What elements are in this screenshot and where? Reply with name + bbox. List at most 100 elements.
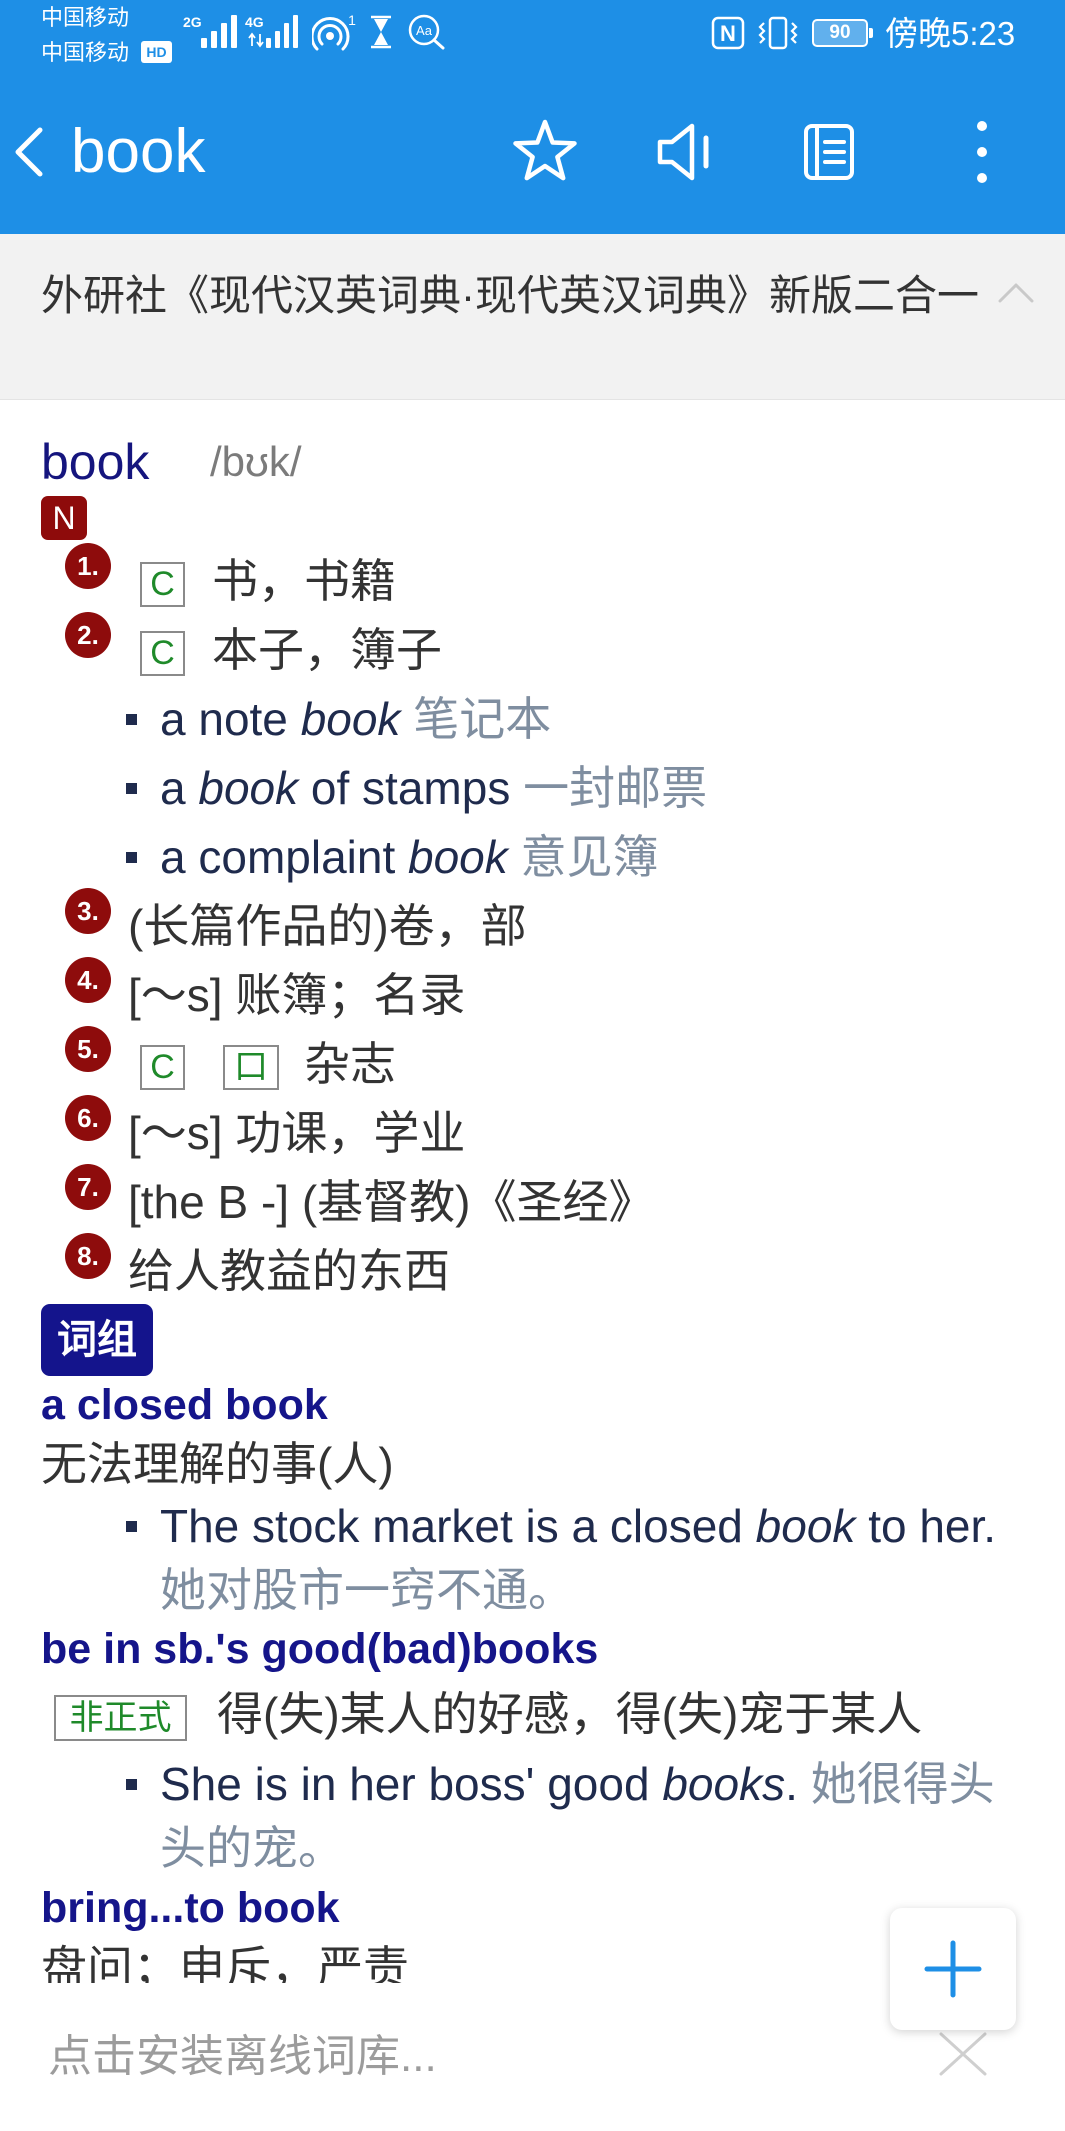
chevron-up-icon[interactable] bbox=[996, 281, 1036, 305]
hd-badge: HD bbox=[141, 41, 172, 63]
example-item: a note book 笔记本 bbox=[0, 685, 1065, 754]
part-of-speech-badge: N bbox=[41, 496, 87, 540]
grammar-tag: C bbox=[140, 562, 185, 607]
sense-item: 8. 给人教益的东西 bbox=[0, 1233, 1065, 1306]
vibrate-icon bbox=[758, 16, 798, 50]
sense-item: 1. C 书，书籍 bbox=[0, 543, 1065, 616]
data-transfer-icon bbox=[248, 32, 264, 48]
sense-item: 7. [the B -] (基督教)《圣经》 bbox=[0, 1164, 1065, 1237]
example-en-suffix: . bbox=[785, 1758, 798, 1810]
phrases-section-label: 词组 bbox=[41, 1304, 153, 1376]
sense-item: 3. (长篇作品的)卷，部 bbox=[0, 888, 1065, 961]
example-en-prefix: She is in her boss' good bbox=[160, 1758, 663, 1810]
bullet bbox=[126, 783, 137, 794]
example-item: a book of stamps 一封邮票 bbox=[0, 754, 1065, 823]
sense-item: 2. C 本子，簿子 bbox=[0, 612, 1065, 685]
dictionary-screen: 中国移动 中国移动 HD 2G 4G 1 Aa N 90 傍晚5:23 book… bbox=[0, 0, 1065, 2131]
network-type-1: 2G bbox=[183, 14, 202, 30]
sense-definition: 给人教益的东西 bbox=[128, 1245, 450, 1297]
phrase-heading: be in sb.'s good(bad)books bbox=[41, 1625, 599, 1673]
signal-bars-icon bbox=[201, 14, 238, 48]
carrier-label-1: 中国移动 bbox=[41, 5, 130, 30]
carrier-label-2: 中国移动 bbox=[41, 40, 130, 65]
example-en-prefix: a complaint bbox=[160, 831, 409, 883]
battery-icon: 90 bbox=[812, 19, 868, 47]
install-offline-dictionary-link[interactable]: 点击安装离线词库... bbox=[48, 2030, 437, 2084]
example-translation: 笔记本 bbox=[413, 693, 552, 745]
hotspot-icon: 1 bbox=[312, 12, 356, 51]
add-button[interactable] bbox=[890, 1908, 1016, 2030]
nfc-icon: N bbox=[711, 16, 745, 50]
sense-number: 3. bbox=[65, 888, 111, 934]
grammar-tag: C bbox=[140, 631, 185, 676]
sense-definition: [～s] 功课，学业 bbox=[128, 1107, 466, 1159]
bullet bbox=[126, 1779, 137, 1790]
sense-number: 6. bbox=[65, 1095, 111, 1141]
bullet bbox=[126, 714, 137, 725]
part-of-speech-row: N bbox=[0, 496, 1065, 540]
phrase-definition-row: 非正式 得(失)某人的好感，得(失)宠于某人 bbox=[0, 1676, 1065, 1752]
bullet bbox=[126, 1521, 137, 1532]
notebook-icon[interactable] bbox=[800, 122, 860, 182]
example-translation: 意见簿 bbox=[520, 831, 659, 883]
entry-content: book /bʊk/ N 1. C 书，书籍 2. C 本子，簿子 a note… bbox=[0, 400, 1065, 1983]
example-en-prefix: The stock market is a closed bbox=[160, 1500, 756, 1552]
nfc-label: N bbox=[720, 21, 736, 46]
signal-bars-icon bbox=[266, 14, 300, 48]
example-sentence: a complaint book 意见簿 bbox=[160, 823, 659, 892]
star-icon[interactable] bbox=[510, 117, 580, 187]
register-tag: 口 bbox=[223, 1045, 279, 1090]
example-keyword: book bbox=[755, 1500, 856, 1552]
sense-number: 5. bbox=[65, 1026, 111, 1072]
sense-definition: 本子，簿子 bbox=[212, 624, 442, 676]
sense-item: 4. [～s] 账簿；名录 bbox=[0, 957, 1065, 1030]
sense-item: 5. C 口 杂志 bbox=[0, 1026, 1065, 1099]
grammar-tag: C bbox=[140, 1045, 185, 1090]
dictionary-source-title: 外研社《现代汉英词典·现代英汉词典》新版二合一 bbox=[41, 272, 979, 319]
bullet bbox=[126, 852, 137, 863]
sense-definition: [～s] 账簿；名录 bbox=[128, 969, 466, 1021]
example-item: She is in her boss' good books. 她很得头头的宠。 bbox=[0, 1752, 1065, 1880]
sense-number: 4. bbox=[65, 957, 111, 1003]
example-keyword: book bbox=[198, 762, 299, 814]
headword: book bbox=[41, 434, 150, 490]
sense-number: 8. bbox=[65, 1233, 111, 1279]
register-tag: 非正式 bbox=[54, 1695, 187, 1741]
example-item: a complaint book 意见簿 bbox=[0, 823, 1065, 892]
sense-number: 2. bbox=[65, 612, 111, 658]
close-icon[interactable] bbox=[937, 2030, 989, 2078]
example-en-prefix: a note bbox=[160, 693, 301, 745]
phrase-definition: 得(失)某人的好感，得(失)宠于某人 bbox=[217, 1688, 923, 1740]
example-en-prefix: a bbox=[160, 762, 199, 814]
example-item: The stock market is a closed book to her… bbox=[0, 1494, 1065, 1622]
example-en-suffix: of stamps bbox=[298, 762, 511, 814]
phonetic: /bʊk/ bbox=[210, 438, 302, 485]
phrase-heading: a closed book bbox=[41, 1381, 328, 1429]
text-search-label: Aa bbox=[416, 23, 433, 38]
plus-icon bbox=[924, 1940, 982, 1998]
example-keyword: book bbox=[300, 693, 401, 745]
speaker-icon[interactable] bbox=[652, 120, 722, 184]
example-sentence: a book of stamps 一封邮票 bbox=[160, 754, 707, 823]
sense-item: 6. [～s] 功课，学业 bbox=[0, 1095, 1065, 1168]
phrase-definition: 无法理解的事(人) bbox=[41, 1438, 394, 1490]
network-type-2: 4G bbox=[245, 14, 264, 30]
example-translation: 她对股市一窍不通。 bbox=[160, 1564, 574, 1616]
status-time: 傍晚5:23 bbox=[885, 15, 1016, 52]
sense-definition: 杂志 bbox=[304, 1038, 396, 1090]
sense-definition: (长篇作品的)卷，部 bbox=[128, 900, 527, 952]
sense-number: 7. bbox=[65, 1164, 111, 1210]
example-en-suffix: to her. bbox=[855, 1500, 997, 1552]
example-keyword: books bbox=[662, 1758, 786, 1810]
headword-row: book /bʊk/ bbox=[0, 430, 1065, 494]
hourglass-icon bbox=[371, 15, 391, 49]
text-search-icon: Aa bbox=[408, 14, 445, 50]
sense-number: 1. bbox=[65, 543, 111, 589]
chevron-left-icon[interactable] bbox=[10, 126, 50, 178]
sense-definition: [the B -] (基督教)《圣经》 bbox=[128, 1176, 655, 1228]
more-vertical-icon[interactable] bbox=[968, 120, 996, 184]
app-header: 中国移动 中国移动 HD 2G 4G 1 Aa N 90 傍晚5:23 book bbox=[0, 0, 1065, 234]
hotspot-count: 1 bbox=[348, 12, 356, 28]
battery-nub bbox=[869, 28, 873, 38]
dictionary-source-bar[interactable]: 外研社《现代汉英词典·现代英汉词典》新版二合一 bbox=[0, 234, 1065, 400]
